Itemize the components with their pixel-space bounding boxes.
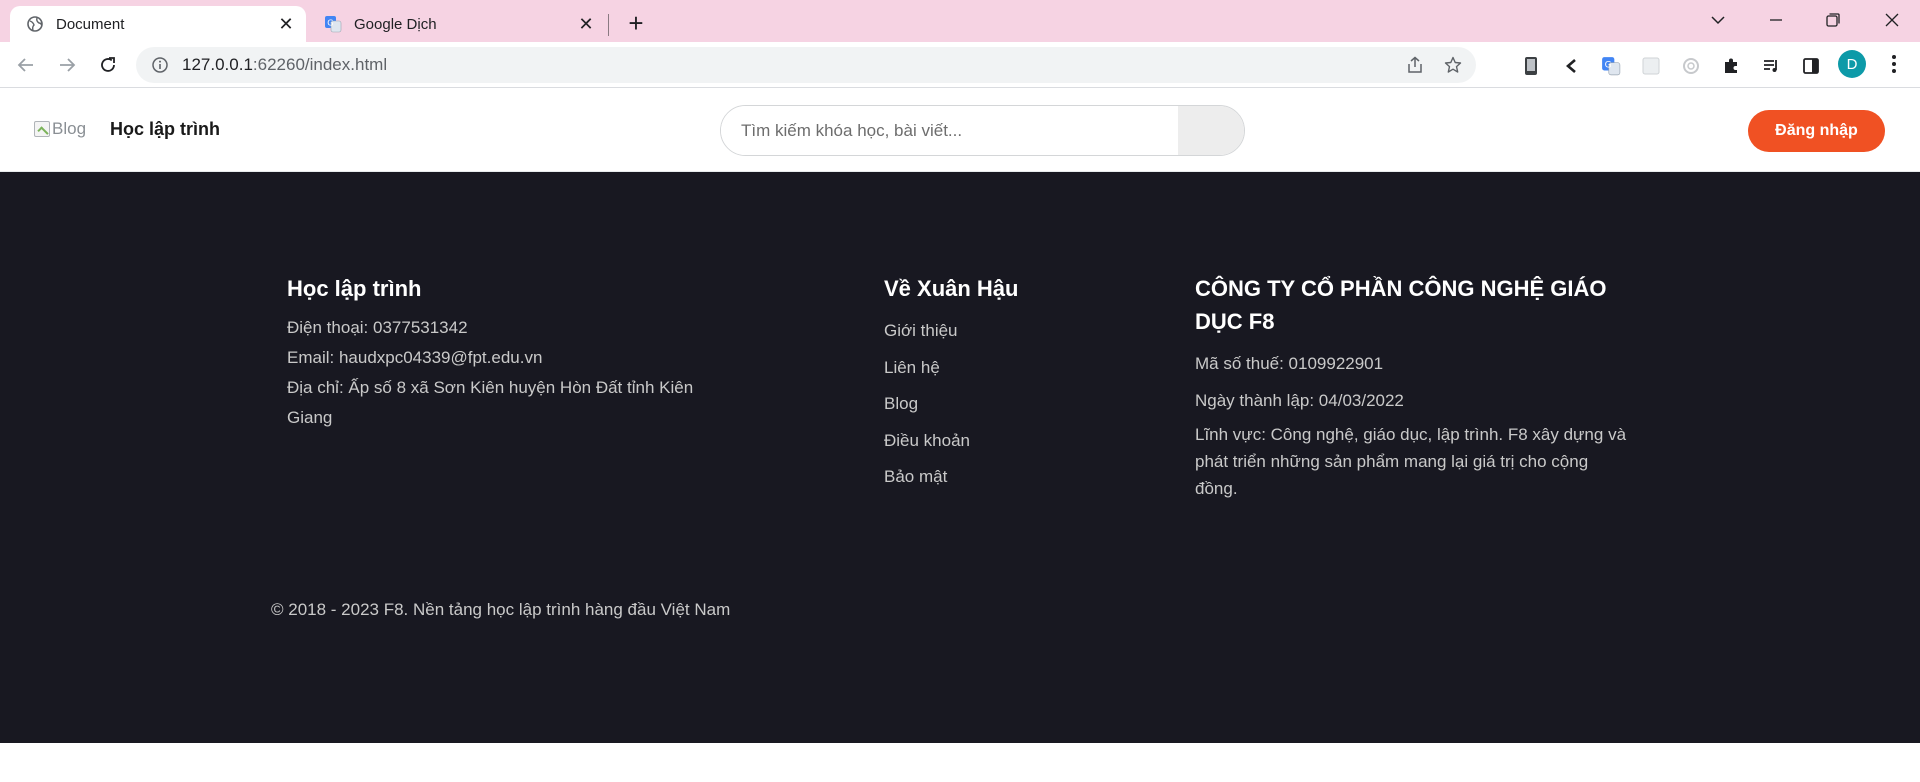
svg-text:G: G — [1605, 61, 1612, 71]
tab-google-translate[interactable]: G Google Dịch ✕ — [308, 6, 606, 42]
url-path: :62260/index.html — [252, 55, 388, 74]
restore-icon[interactable] — [1815, 6, 1851, 34]
login-button[interactable]: Đăng nhập — [1748, 110, 1885, 152]
footer-address: Địa chỉ: Ấp số 8 xã Sơn Kiên huyện Hòn Đ… — [287, 378, 694, 427]
search-button[interactable] — [1178, 106, 1244, 155]
tab-title: Document — [56, 15, 125, 33]
close-window-icon[interactable] — [1874, 6, 1910, 34]
footer-email: Email: haudxpc04339@fpt.edu.vn — [287, 348, 543, 367]
globe-icon — [26, 15, 44, 33]
extension-phone-icon[interactable] — [1518, 53, 1544, 79]
close-icon[interactable]: ✕ — [574, 12, 598, 36]
footer-copyright: © 2018 - 2023 F8. Nền tảng học lập trình… — [271, 600, 731, 619]
footer-tax-id: Mã số thuế: 0109922901 — [1195, 354, 1384, 373]
extension-grid-icon[interactable] — [1638, 53, 1664, 79]
page-bottom-blank — [0, 743, 1920, 782]
site-info-icon[interactable] — [150, 55, 170, 75]
footer-founded: Ngày thành lập: 04/03/2022 — [1195, 390, 1404, 410]
browser-menu-icon[interactable] — [1880, 50, 1908, 78]
search-input[interactable] — [721, 106, 1178, 155]
footer-link-about[interactable]: Giới thiệu — [884, 313, 1144, 350]
logo-alt-text: Blog — [52, 119, 87, 138]
svg-text:G: G — [327, 19, 333, 28]
footer-link-terms[interactable]: Điều khoản — [884, 423, 1144, 460]
extension-chevron-left-icon[interactable] — [1558, 53, 1584, 79]
reload-icon[interactable] — [92, 49, 124, 81]
footer-phone: Điện thoại: 0377531342 — [287, 318, 468, 337]
extensions-puzzle-icon[interactable] — [1718, 53, 1744, 79]
close-icon[interactable]: ✕ — [274, 12, 298, 36]
chevron-down-icon[interactable] — [1700, 6, 1736, 34]
footer-col-contact: Học lập trình Điện thoại: 0377531342 Ema… — [287, 272, 727, 433]
url-host: 127.0.0.1 — [182, 55, 253, 74]
forward-arrow-icon[interactable] — [51, 49, 83, 81]
site-footer: Học lập trình Điện thoại: 0377531342 Ema… — [0, 172, 1920, 743]
share-icon[interactable] — [1400, 50, 1430, 80]
footer-col-title: CÔNG TY CỔ PHẦN CÔNG NGHỆ GIÁO DỤC F8 — [1195, 276, 1607, 334]
footer-col-about: Về Xuân Hậu Giới thiệu Liên hệ Blog Điều… — [884, 272, 1144, 496]
google-translate-extension-icon[interactable]: G — [1598, 53, 1624, 79]
footer-link-privacy[interactable]: Bảo mật — [884, 459, 1144, 496]
footer-col-company: CÔNG TY CỔ PHẦN CÔNG NGHỆ GIÁO DỤC F8 Mã… — [1195, 272, 1627, 502]
footer-field: Lĩnh vực: Công nghệ, giáo dục, lập trình… — [1195, 425, 1627, 498]
logo[interactable]: Blog — [34, 119, 86, 139]
url-text[interactable]: 127.0.0.1:62260/index.html — [182, 55, 1400, 75]
site-header: Blog Học lập trình Đăng nhập — [0, 89, 1920, 172]
browser-toolbar: 127.0.0.1:62260/index.html G — [0, 42, 1920, 88]
media-queue-icon[interactable] — [1758, 53, 1784, 79]
footer-link-contact[interactable]: Liên hệ — [884, 350, 1144, 387]
bookmark-star-icon[interactable] — [1438, 50, 1468, 80]
footer-link-blog[interactable]: Blog — [884, 386, 1144, 423]
footer-col-title: Học lập trình — [287, 276, 422, 301]
search-bar — [720, 105, 1245, 156]
new-tab-plus-icon[interactable]: + — [622, 8, 650, 38]
footer-col-title: Về Xuân Hậu — [884, 276, 1019, 301]
tab-document[interactable]: Document ✕ — [10, 6, 306, 42]
google-translate-icon: G — [324, 15, 342, 33]
back-arrow-icon[interactable] — [10, 49, 42, 81]
side-panel-icon[interactable] — [1798, 53, 1824, 79]
profile-avatar[interactable]: D — [1838, 50, 1866, 78]
footer-links: Giới thiệu Liên hệ Blog Điều khoản Bảo m… — [884, 313, 1144, 496]
tab-separator — [608, 14, 609, 36]
address-bar[interactable]: 127.0.0.1:62260/index.html — [136, 47, 1476, 83]
brand-title[interactable]: Học lập trình — [110, 119, 220, 140]
extension-spinner-icon[interactable] — [1678, 53, 1704, 79]
broken-image-icon — [34, 121, 50, 137]
minimize-icon[interactable] — [1758, 6, 1794, 34]
browser-tab-strip: Document ✕ G Google Dịch ✕ + — [0, 0, 1920, 42]
tab-title: Google Dịch — [354, 15, 437, 33]
